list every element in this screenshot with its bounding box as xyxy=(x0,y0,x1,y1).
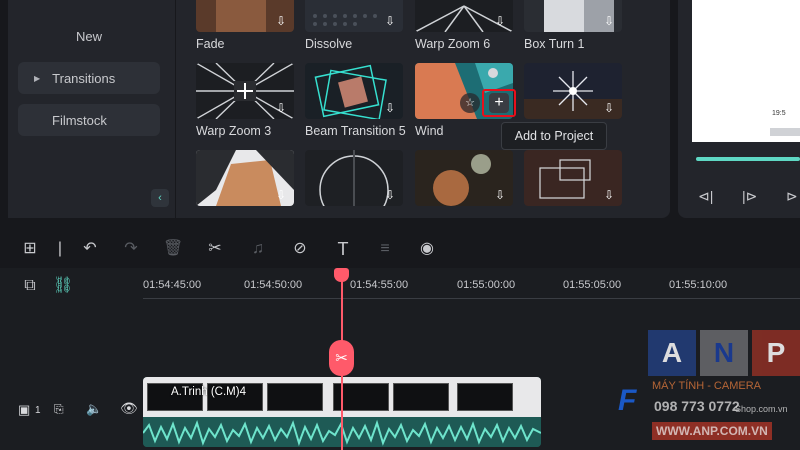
watermark-tagline: MÁY TÍNH - CAMERA xyxy=(652,380,761,392)
track-number: 1 xyxy=(35,405,41,416)
plus-icon: + xyxy=(489,93,509,113)
video-track-icon: ▣ xyxy=(18,402,31,417)
download-icon[interactable]: ⇩ xyxy=(274,14,288,28)
clip-frame xyxy=(393,383,449,411)
toolbar-divider: | xyxy=(57,240,63,257)
transition-tile-frames[interactable]: ⇩ xyxy=(524,150,622,206)
transition-tile-dissolve[interactable]: ⇩ xyxy=(305,0,403,32)
download-icon[interactable]: ⇩ xyxy=(383,188,397,202)
watermark-f-logo: F xyxy=(618,384,637,417)
tile-label: Wind xyxy=(415,124,444,138)
undo-icon[interactable]: ↶ xyxy=(80,239,100,259)
tick-label: 01:55:00:00 xyxy=(457,279,516,291)
transition-tile-rotate[interactable]: ⇩ xyxy=(305,150,403,206)
transition-tile-burst[interactable]: ⇩ xyxy=(524,63,622,119)
link-icon[interactable]: ⛓ xyxy=(53,276,73,296)
tile-label: Box Turn 1 xyxy=(524,37,585,51)
transition-tile-box-turn-1[interactable]: ⇩ xyxy=(524,0,622,32)
cut-icon[interactable]: ✂ xyxy=(205,239,225,259)
tooltip: Add to Project xyxy=(501,122,607,150)
layout-icon[interactable]: ⊞ xyxy=(20,239,40,259)
eye-icon[interactable]: 👁 xyxy=(120,400,138,417)
delete-icon[interactable]: 🗑 xyxy=(163,239,183,259)
transition-tile-iris[interactable]: ⇩ xyxy=(196,150,294,206)
download-icon[interactable]: ⇩ xyxy=(602,101,616,115)
voice-icon[interactable]: ◉ xyxy=(417,239,437,259)
play-icon[interactable]: ⊳ xyxy=(786,188,798,205)
screen-taskbar xyxy=(770,128,800,136)
download-icon[interactable]: ⇩ xyxy=(493,14,507,28)
preview-progress-bar[interactable] xyxy=(696,157,800,161)
clip-frame xyxy=(267,383,323,411)
watermark-site-small: Shop.com.vn xyxy=(735,404,788,414)
speaker-icon[interactable]: 🔈 xyxy=(86,401,102,417)
sidebar-item-label: New xyxy=(76,28,103,44)
tile-label: Warp Zoom 3 xyxy=(196,124,272,138)
tile-label: Warp Zoom 6 xyxy=(415,37,491,51)
download-icon[interactable]: ⇩ xyxy=(383,101,397,115)
ruler-baseline xyxy=(143,298,800,299)
transition-tile-warp-zoom-6[interactable]: ⇩ xyxy=(415,0,513,32)
preview-screen: 19:5 xyxy=(692,0,800,142)
screen-clock: 19:5 xyxy=(772,110,786,117)
favorite-star-icon[interactable]: ☆ xyxy=(460,93,480,113)
sidebar-item-label: Transitions xyxy=(52,70,116,86)
sidebar: New ▶ Transitions Filmstock ‹ xyxy=(8,0,176,218)
adjust-icon[interactable]: ≡ xyxy=(375,239,395,259)
sidebar-item-label: Filmstock xyxy=(52,112,107,128)
caret-right-icon: ▶ xyxy=(34,73,41,83)
transition-tile-beam-transition-5[interactable]: ⇩ xyxy=(305,63,403,119)
tile-label: Dissolve xyxy=(305,37,353,51)
add-track-icon[interactable]: ⧉ xyxy=(20,276,40,296)
redo-icon[interactable]: ↷ xyxy=(121,239,141,259)
scissors-icon[interactable]: ✂ xyxy=(329,340,354,376)
transition-tile-warp-zoom-3[interactable]: ⇩ xyxy=(196,63,294,119)
watermark-logo-n: N xyxy=(700,330,748,376)
sidebar-item-new[interactable]: New xyxy=(18,20,160,52)
sidebar-item-transitions[interactable]: ▶ Transitions xyxy=(18,62,160,94)
audio-icon[interactable]: ♫ xyxy=(248,239,268,259)
download-icon[interactable]: ⇩ xyxy=(493,188,507,202)
tick-label: 01:55:05:00 xyxy=(563,279,622,291)
timeline-toolbar xyxy=(0,228,800,268)
clip-title: A.Trinh (C.M)4 xyxy=(171,386,246,398)
download-icon[interactable]: ⇩ xyxy=(274,188,288,202)
watermark-phone: 098 773 0772 xyxy=(654,398,740,414)
folder-icon[interactable]: ⎘ xyxy=(54,402,64,417)
text-icon[interactable]: T xyxy=(333,239,353,259)
tick-label: 01:54:55:00 xyxy=(350,279,409,291)
transition-tile-light[interactable]: ⇩ xyxy=(415,150,513,206)
download-icon[interactable]: ⇩ xyxy=(383,14,397,28)
tick-label: 01:54:50:00 xyxy=(244,279,303,291)
tile-label: Beam Transition 5 xyxy=(305,124,406,138)
watermark-logo-p: P xyxy=(752,330,800,376)
watermark-site: WWW.ANP.COM.VN xyxy=(652,422,772,440)
playhead-handle[interactable] xyxy=(334,268,349,282)
play-step-icon[interactable]: |⊳ xyxy=(742,188,757,205)
add-to-project-button[interactable]: + xyxy=(482,89,516,117)
transition-tile-fade[interactable]: ⇩ xyxy=(196,0,294,32)
download-icon[interactable]: ⇩ xyxy=(274,101,288,115)
tag-icon[interactable]: ⊘ xyxy=(290,239,310,259)
download-icon[interactable]: ⇩ xyxy=(602,188,616,202)
tile-label: Fade xyxy=(196,37,225,51)
track-header: ▣ 1 ⎘ 🔈 👁 xyxy=(0,396,143,426)
clip-frame xyxy=(457,383,513,411)
chevron-left-icon[interactable]: ‹ xyxy=(151,189,169,207)
tick-label: 01:55:10:00 xyxy=(669,279,728,291)
tick-label: 01:54:45:00 xyxy=(143,279,202,291)
download-icon[interactable]: ⇩ xyxy=(602,14,616,28)
watermark-logo-a: A xyxy=(648,330,696,376)
sidebar-item-filmstock[interactable]: Filmstock xyxy=(18,104,160,136)
step-back-icon[interactable]: ⊲| xyxy=(698,188,713,205)
